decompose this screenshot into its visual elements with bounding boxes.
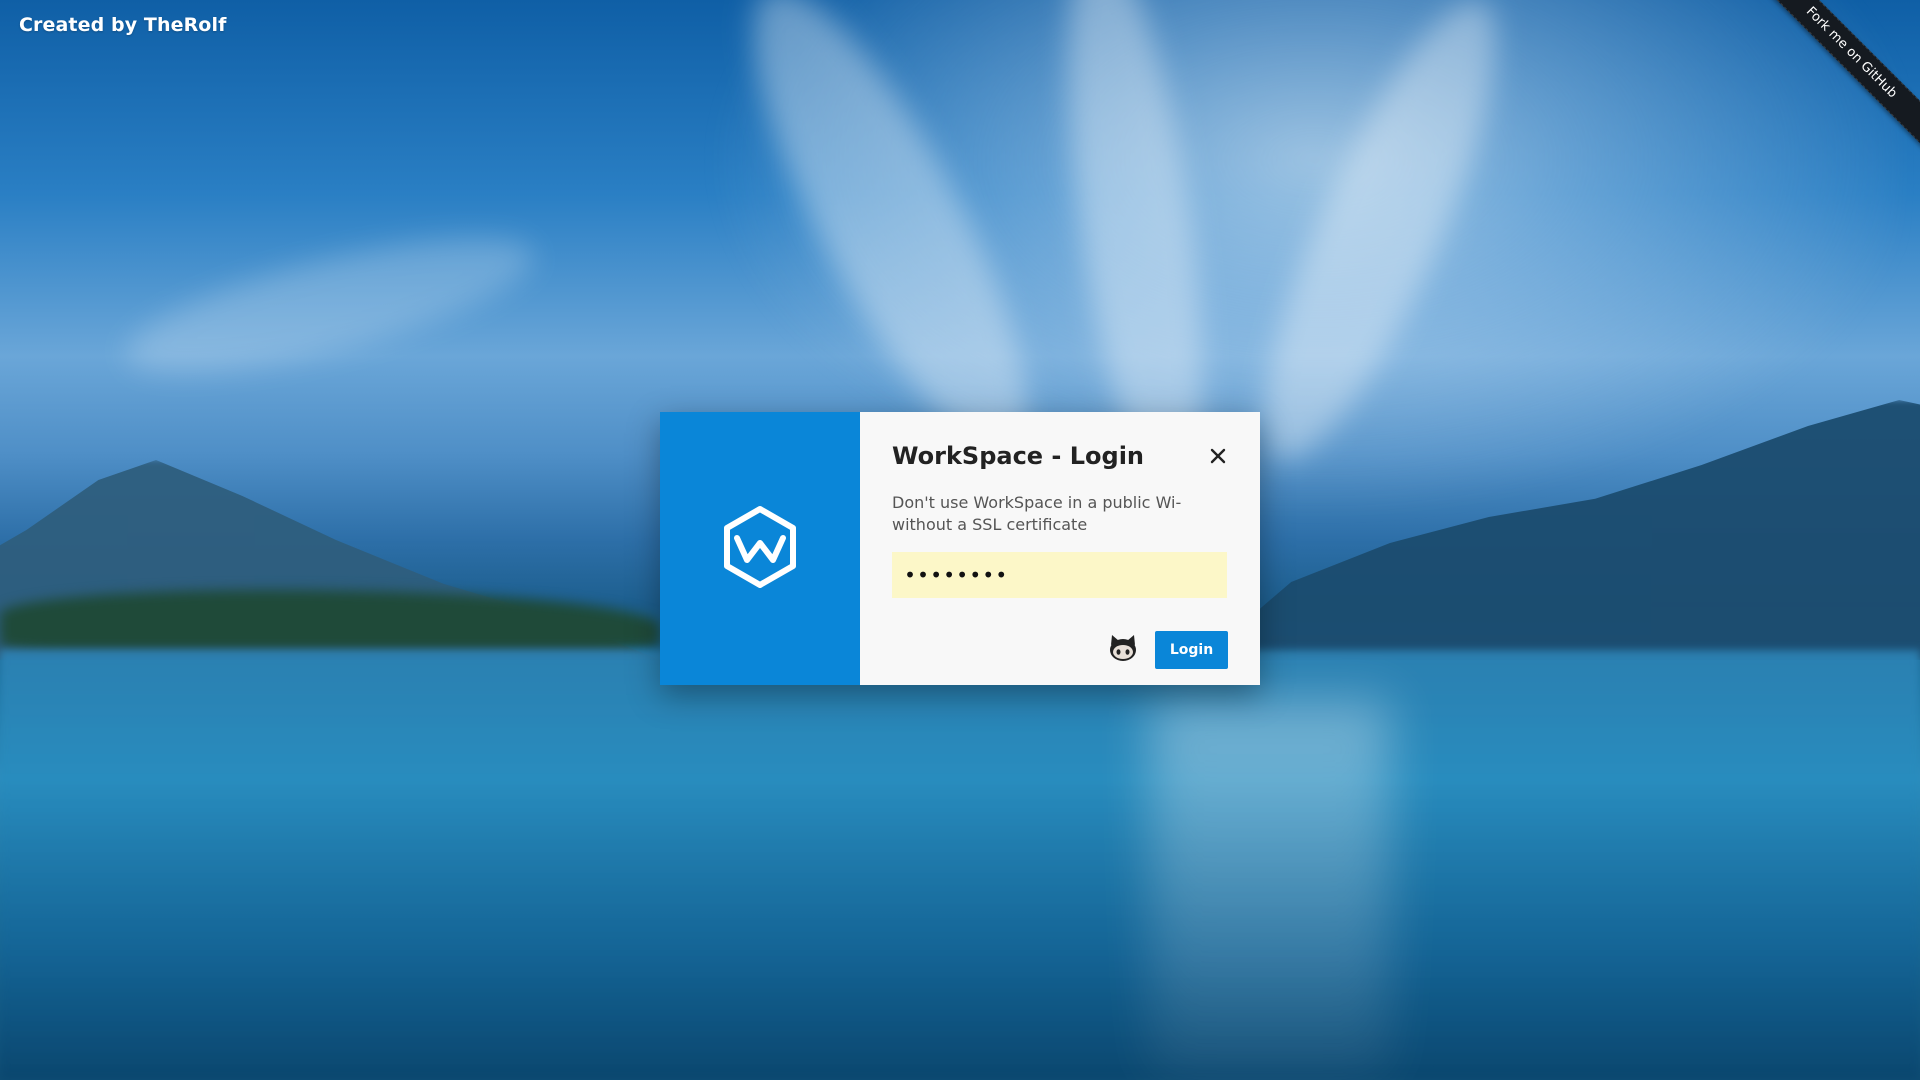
- password-input[interactable]: [892, 552, 1227, 598]
- created-by-credit: Created by TheRolf: [19, 14, 227, 36]
- dialog-actions: Login: [1107, 631, 1228, 669]
- ssl-warning-text: Don't use WorkSpace in a public Wi- with…: [892, 493, 1182, 534]
- forest-left: [0, 590, 660, 650]
- github-button[interactable]: [1107, 634, 1139, 666]
- workspace-hexagon-w-icon: [723, 505, 797, 593]
- cloud-streak: [115, 210, 545, 400]
- lake: [0, 650, 1920, 1080]
- login-dialog: WorkSpace - Login Don't use WorkSpace in…: [660, 412, 1260, 685]
- close-button[interactable]: [1206, 446, 1230, 470]
- github-ribbon-wrapper: Fork me on GitHub: [1760, 0, 1920, 160]
- login-button[interactable]: Login: [1155, 631, 1228, 669]
- dialog-body: WorkSpace - Login Don't use WorkSpace in…: [860, 412, 1260, 685]
- dialog-brand-panel: [660, 412, 860, 685]
- close-icon: [1210, 448, 1226, 468]
- dialog-title: WorkSpace - Login: [892, 442, 1145, 470]
- lake-reflection: [1150, 700, 1390, 1080]
- desktop-background: Created by TheRolf Fork me on GitHub Wor…: [0, 0, 1920, 1080]
- fork-me-on-github-ribbon[interactable]: Fork me on GitHub: [1760, 0, 1920, 152]
- github-octocat-icon: [1108, 634, 1138, 666]
